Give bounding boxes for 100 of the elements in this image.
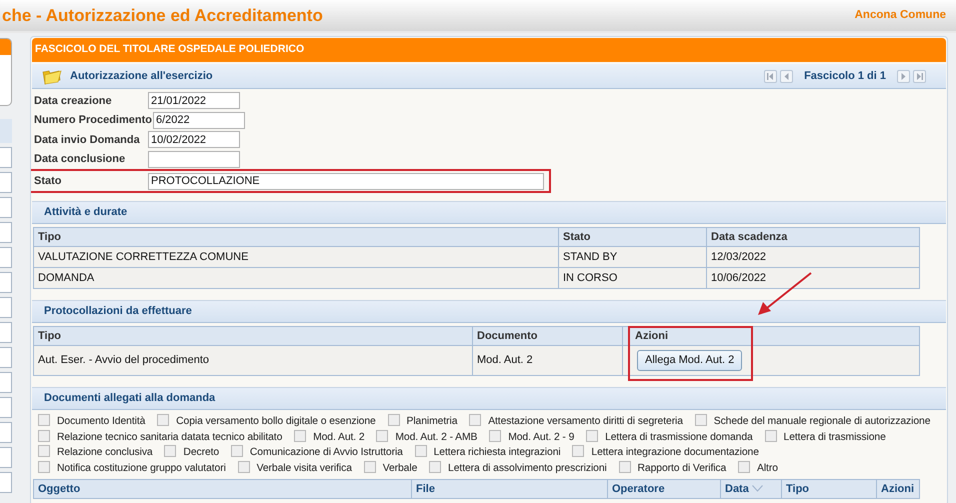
input-field[interactable]	[0, 197, 12, 218]
next-page-icon	[900, 72, 907, 80]
table-cell: Aut. Eser. - Avvio del procedimento	[34, 346, 472, 376]
input-field[interactable]	[0, 372, 12, 393]
checkbox-label: Comunicazione di Avvio Istruttoria	[250, 447, 403, 458]
section-title: Documenti allegati alla domanda	[32, 387, 946, 410]
checkbox-label: Decreto	[183, 447, 220, 458]
input-field[interactable]	[0, 397, 12, 418]
checkbox[interactable]	[238, 461, 250, 474]
checkbox-label: Attestazione versamento diritti di segreteria	[488, 416, 683, 427]
app-title: che - Autorizzazione ed Accreditamento	[2, 4, 323, 27]
section-title: Autorizzazione all'esercizio	[70, 68, 213, 84]
input-field[interactable]: 21/01/2022	[148, 92, 240, 110]
first-page-icon	[767, 72, 774, 80]
input-field[interactable]	[0, 272, 12, 293]
checkbox[interactable]	[38, 414, 50, 426]
input-field[interactable]	[148, 150, 240, 168]
input-field[interactable]	[0, 172, 12, 193]
checkbox[interactable]	[469, 414, 482, 426]
checkbox[interactable]	[364, 461, 376, 474]
checkbox-label: Schede del manuale regionale di autorizzazione	[714, 416, 930, 427]
table-cell: 10/06/2022	[706, 268, 920, 288]
input-field[interactable]	[0, 472, 12, 493]
checkbox-label: Lettera richiesta integrazioni	[434, 447, 561, 458]
checkbox[interactable]	[157, 414, 170, 426]
checkbox-label: Relazione tecnico sanitaria datata tecnico abilitato	[57, 432, 282, 443]
checkbox-label: Documento Identità	[57, 416, 146, 427]
checkbox-label: Lettera integrazione documentazione	[591, 447, 759, 458]
column-header: Tipo	[34, 228, 558, 246]
checkbox[interactable]	[694, 414, 707, 426]
checkbox[interactable]	[764, 430, 777, 442]
attach-button[interactable]: Allega Mod. Aut. 2	[637, 350, 742, 371]
checkbox[interactable]	[738, 461, 750, 474]
field-label: Stato	[34, 174, 62, 189]
next-page-button[interactable]	[897, 70, 910, 82]
table-cell: STAND BY	[558, 246, 706, 268]
checkbox[interactable]	[414, 445, 427, 458]
checkbox-label: Notifica costituzione gruppo valutatori	[57, 463, 226, 474]
input-field[interactable]: PROTOCOLLAZIONE	[148, 172, 544, 190]
sidebar-card	[0, 38, 12, 106]
sort-icon[interactable]	[752, 485, 763, 492]
section-title: Protocollazioni da effettuare	[32, 300, 946, 323]
input-field[interactable]	[0, 247, 12, 268]
checkbox[interactable]	[618, 461, 631, 474]
input-field[interactable]: 6/2022	[152, 112, 245, 129]
input-field[interactable]	[0, 222, 12, 243]
column-header: File	[412, 479, 608, 498]
input-field[interactable]	[0, 347, 12, 368]
checkbox[interactable]	[294, 430, 306, 442]
section-title: Attività e durate	[32, 201, 946, 224]
column-header: Tipo	[782, 479, 876, 498]
checkbox[interactable]	[586, 430, 598, 442]
input-field[interactable]	[0, 322, 12, 343]
column-header: Oggetto	[34, 479, 412, 498]
table-cell: 12/03/2022	[706, 246, 920, 268]
checkbox[interactable]	[489, 430, 502, 442]
checkbox-label: Mod. Aut. 2 - 9	[508, 432, 574, 443]
checkbox[interactable]	[38, 430, 50, 442]
column-header: Azioni	[622, 326, 920, 346]
last-page-button[interactable]	[913, 70, 926, 82]
checkbox-label: Lettera di trasmissione	[784, 432, 886, 443]
checkbox-label: Planimetria	[406, 416, 458, 427]
input-field[interactable]	[0, 147, 12, 168]
folder-icon	[42, 68, 62, 84]
pager-label: Fascicolo 1 di 1	[804, 68, 886, 84]
table-cell: Mod. Aut. 2	[472, 346, 622, 376]
checkbox-label: Mod. Aut. 2 - AMB	[395, 432, 478, 443]
column-header: Stato	[558, 228, 706, 246]
checkbox-label: Altro	[757, 463, 778, 474]
checkbox-label: Lettera di trasmissione domanda	[605, 432, 753, 443]
checkbox[interactable]	[38, 461, 50, 474]
checkbox[interactable]	[38, 445, 50, 458]
checkbox-label: Verbale	[382, 463, 418, 474]
checkbox[interactable]	[376, 430, 388, 442]
previous-page-button[interactable]	[780, 70, 794, 82]
column-header: Data scadenza	[706, 228, 920, 246]
table-cell: IN CORSO	[558, 268, 706, 288]
user-name: Ancona Comune	[854, 8, 946, 23]
input-field[interactable]	[0, 447, 12, 468]
field-label: Data conclusione	[34, 152, 126, 167]
column-header: Azioni	[876, 479, 920, 498]
table-cell: VALUTAZIONE CORRETTEZZA COMUNE	[34, 246, 558, 268]
table-cell: DOMANDA	[34, 268, 558, 288]
field-label: Data creazione	[34, 94, 113, 108]
checkbox[interactable]	[164, 445, 176, 458]
checkbox[interactable]	[572, 445, 584, 458]
input-field[interactable]: 10/02/2022	[148, 131, 240, 148]
checkbox-label: Verbale visita verifica	[256, 463, 352, 474]
checkbox[interactable]	[230, 445, 243, 458]
checkbox-label: Relazione conclusiva	[57, 447, 153, 458]
field-label: Numero Procedimento	[34, 113, 152, 128]
checkbox[interactable]	[429, 461, 442, 474]
input-field[interactable]	[0, 422, 12, 443]
panel-title: FASCICOLO DEL TITOLARE OSPEDALE POLIEDRICO	[32, 38, 946, 62]
last-page-icon	[916, 72, 923, 80]
previous-page-icon	[783, 72, 790, 80]
input-field[interactable]	[0, 297, 12, 318]
checkbox[interactable]	[388, 414, 400, 426]
column-header: Tipo	[34, 326, 472, 346]
first-page-button[interactable]	[764, 70, 778, 82]
